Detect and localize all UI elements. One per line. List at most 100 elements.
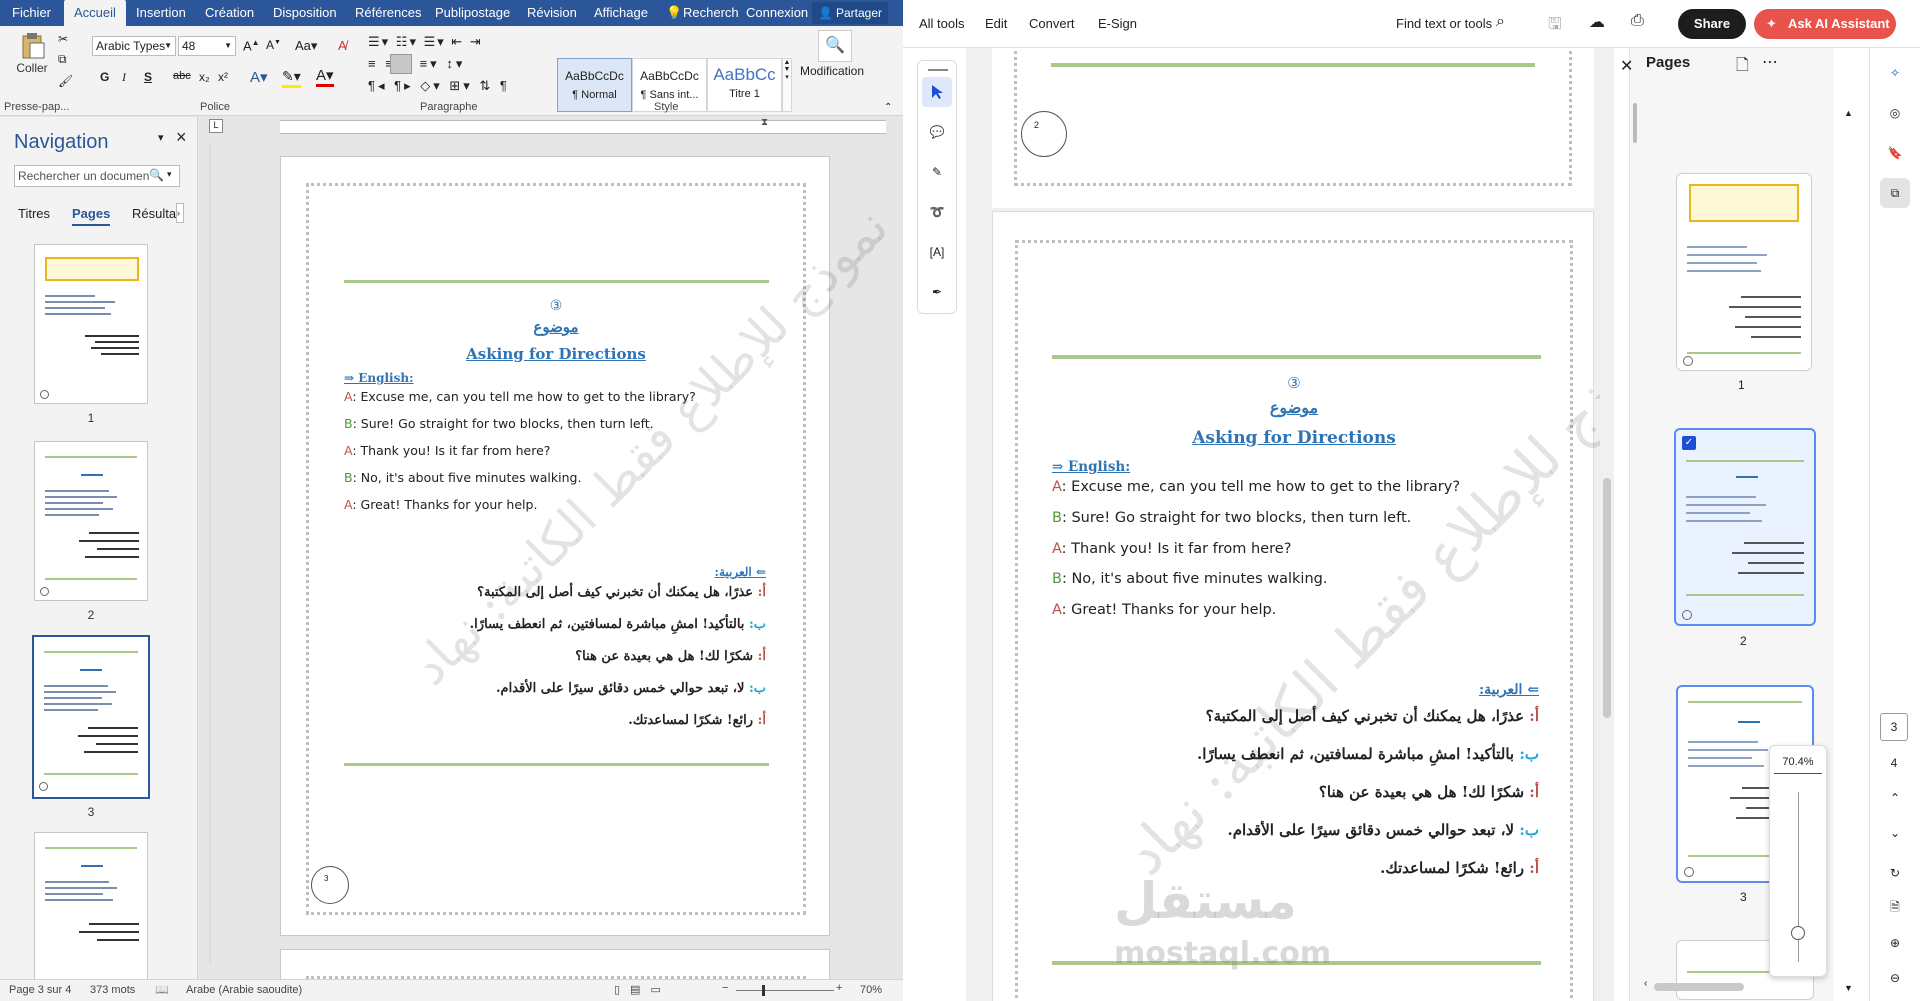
cut-icon[interactable]: ✂ (58, 32, 68, 46)
proofing-icon[interactable]: 📖 (155, 983, 169, 996)
page-up-icon[interactable]: ⌃ (1880, 783, 1910, 813)
horizontal-scroll-thumb[interactable] (1654, 983, 1744, 991)
style-heading1[interactable]: AaBbCc Titre 1 (707, 58, 782, 112)
nav-page-thumb-selected[interactable] (32, 635, 150, 799)
paste-button[interactable]: Coller (10, 30, 54, 88)
search-icon[interactable]: 🔍 (149, 168, 164, 182)
pen-icon[interactable]: ✎ (922, 157, 952, 187)
panel-resize-handle[interactable] (1633, 103, 1637, 143)
view-icons[interactable]: ▯▤▭ (614, 983, 671, 996)
sign-icon[interactable]: ✒ (922, 277, 952, 307)
nav-tab-titres[interactable]: Titres (18, 206, 50, 221)
checkbox-checked-icon[interactable]: ✓ (1682, 436, 1696, 450)
ai-assistant-button[interactable]: ✦ Ask AI Assistant (1754, 9, 1896, 39)
close-icon[interactable]: × (176, 127, 187, 148)
rotate-icon[interactable]: ↻ (1880, 858, 1910, 888)
tab-recherche[interactable]: Recherch (683, 0, 739, 26)
panel-scroll-up-icon[interactable]: ▲ (1844, 108, 1854, 118)
find-tools[interactable]: Find text or tools (1396, 16, 1492, 31)
bold-button[interactable]: G (100, 70, 109, 84)
bookmark-icon[interactable]: 🔖 (1880, 138, 1910, 168)
subscript-button[interactable]: x₂ (199, 70, 210, 84)
tab-affichage[interactable]: Affichage (594, 0, 648, 26)
zoom-thumb[interactable] (762, 985, 765, 996)
copy-icon[interactable]: ⧉ (58, 52, 67, 67)
save-icon[interactable]: 🖫 (1548, 13, 1562, 40)
comment-icon[interactable]: 💬 (922, 117, 952, 147)
tab-creation[interactable]: Création (205, 0, 254, 26)
more-options-icon[interactable]: ⋯ (1762, 52, 1778, 72)
share-button[interactable]: Share (1678, 9, 1746, 39)
font-size-combo[interactable]: 48 ▼ (178, 36, 236, 56)
select-cursor-icon[interactable] (922, 77, 952, 107)
find-button[interactable]: 🔍 (818, 30, 852, 62)
search-icon[interactable]: ⌕ (1496, 13, 1505, 31)
tab-references[interactable]: Références (355, 0, 421, 26)
zoom-in-icon[interactable]: ⊕ (1880, 928, 1910, 958)
align-center-selected[interactable] (390, 54, 412, 74)
shrink-font-icon[interactable]: A▼ (266, 38, 281, 52)
scroll-left-icon[interactable]: ‹ (1644, 978, 1654, 989)
zoom-out-icon[interactable]: − (722, 982, 728, 994)
text-select-icon[interactable]: [A] (922, 237, 952, 267)
tab-selector[interactable]: L (209, 119, 223, 133)
connexion-link[interactable]: Connexion (746, 0, 808, 26)
strikethrough-button[interactable]: abc (173, 70, 191, 82)
page-down-icon[interactable]: ⌄ (1880, 818, 1910, 848)
scroll-thumb[interactable] (1603, 478, 1611, 718)
tab-insertion[interactable]: Insertion (136, 0, 186, 26)
tab-accueil[interactable]: Accueil (64, 0, 126, 26)
chevron-down-icon[interactable]: ▾ (167, 169, 172, 180)
menu-convert[interactable]: Convert (1029, 16, 1075, 31)
zoom-slider[interactable] (736, 990, 834, 991)
zoom-slider-handle[interactable] (1791, 926, 1805, 940)
styles-scroll[interactable]: ▲ ▼ ▾ (782, 58, 792, 112)
align-icons[interactable]: ≡ ≡ ≡ ≡▾ ↕▾ (368, 56, 465, 72)
nav-options-icon[interactable]: ▾ (158, 131, 164, 144)
pages-panel-icon[interactable]: ⧉ (1880, 178, 1910, 208)
menu-esign[interactable]: E-Sign (1098, 16, 1137, 31)
ai-panel-icon[interactable]: ✧ (1880, 58, 1910, 88)
language-status[interactable]: Arabe (Arabie saoudite) (186, 984, 302, 996)
list-icons[interactable]: ☰▾ ☷▾ ☰▾ ⇤ ⇥ (368, 34, 483, 50)
style-normal[interactable]: AaBbCcDc ¶ Normal (557, 58, 632, 112)
superscript-button[interactable]: x² (218, 70, 228, 84)
indent-marker[interactable]: ⧗ (761, 117, 768, 128)
print-icon[interactable]: ⎙ (1631, 12, 1644, 30)
nav-search-input[interactable]: Rechercher un documen 🔍 ▾ (14, 165, 180, 187)
menu-all-tools[interactable]: All tools (919, 16, 965, 31)
italic-button[interactable]: I (122, 70, 126, 85)
panel-scroll-down-icon[interactable]: ▼ (1844, 983, 1854, 993)
nav-tab-resultats[interactable]: Résultat (132, 206, 180, 221)
pdf-thumb-selected[interactable]: ✓ (1674, 428, 1816, 626)
clear-format-icon[interactable]: A̸ (338, 38, 347, 53)
underline-button[interactable]: S (144, 70, 152, 84)
tab-disposition[interactable]: Disposition (273, 0, 337, 26)
collapse-ribbon-icon[interactable]: ⌃ (884, 102, 892, 113)
zoom-level[interactable]: 70% (860, 984, 882, 996)
lasso-icon[interactable]: ➰ (922, 197, 952, 227)
grow-font-icon[interactable]: A▲ (243, 38, 260, 53)
share-button[interactable]: 👤 Partager (812, 2, 889, 24)
nav-tab-scroll[interactable]: › (176, 203, 184, 223)
pdf-thumb[interactable] (1676, 173, 1812, 371)
format-painter-icon[interactable]: 🖌 (58, 74, 73, 88)
tab-fichier[interactable]: Fichier (12, 0, 51, 26)
menu-edit[interactable]: Edit (985, 16, 1007, 31)
word-count[interactable]: 373 mots (90, 984, 135, 996)
fit-page-icon[interactable]: 🗎 (1880, 893, 1910, 923)
zoom-out-icon[interactable]: ⊖ (1880, 963, 1910, 993)
current-page-input[interactable]: 3 (1880, 713, 1908, 741)
nav-page-thumb[interactable] (34, 441, 148, 601)
insert-page-icon[interactable]: 🗋 (1736, 54, 1749, 81)
nav-page-thumb[interactable] (34, 832, 148, 982)
zoom-in-icon[interactable]: + (836, 982, 842, 994)
font-color-icon[interactable]: A▾ (316, 68, 334, 87)
vertical-scrollbar[interactable] (1600, 48, 1614, 1001)
change-case-icon[interactable]: Aa▾ (295, 38, 317, 54)
font-name-combo[interactable]: Arabic Types ▼ (92, 36, 176, 56)
tab-publipostage[interactable]: Publipostage (435, 0, 510, 26)
page-count[interactable]: Page 3 sur 4 (9, 984, 71, 996)
nav-page-thumb[interactable] (34, 244, 148, 404)
comments-panel-icon[interactable]: ◎ (1880, 98, 1910, 128)
